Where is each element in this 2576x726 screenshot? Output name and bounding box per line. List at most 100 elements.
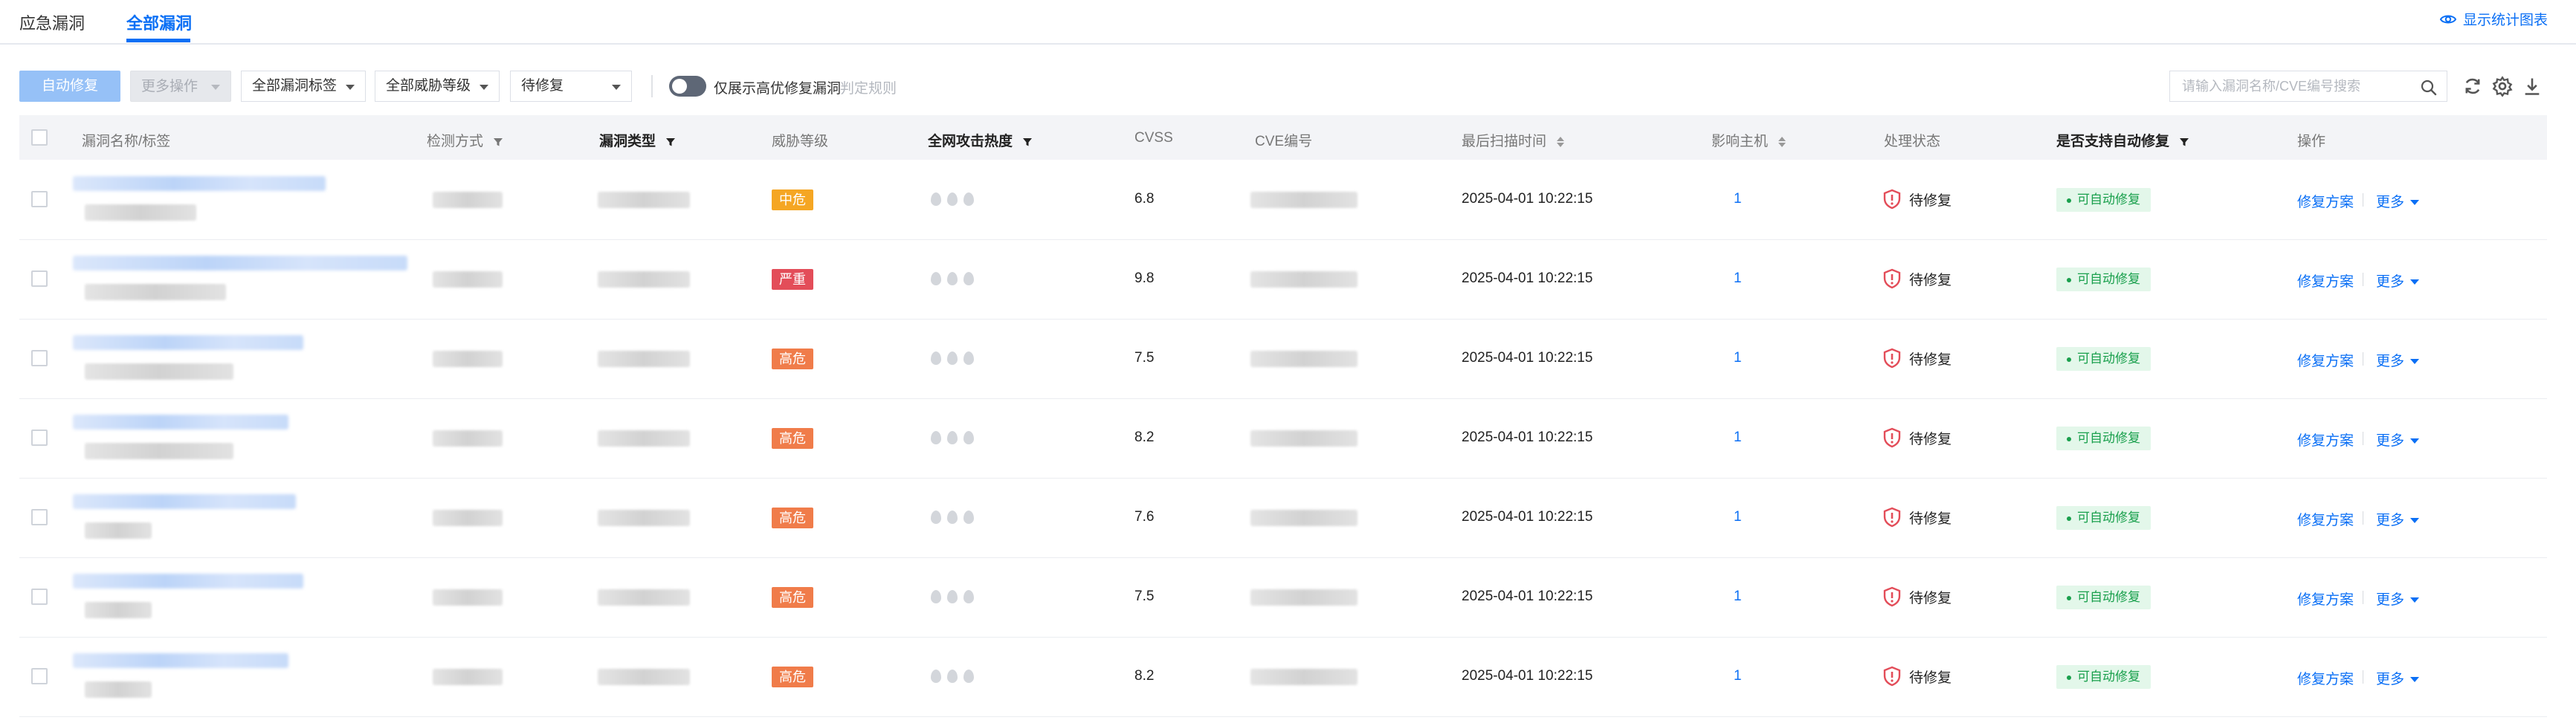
row-checkbox[interactable] (31, 589, 48, 605)
last-scan-time: 2025-04-01 10:22:15 (1462, 191, 1593, 207)
fix-plan-link[interactable]: 修复方案 (2297, 668, 2354, 688)
affected-hosts-link[interactable]: 1 (1734, 430, 1742, 446)
detect-method-redacted (433, 271, 503, 288)
more-ops-label: 更多 (2376, 195, 2405, 210)
status-cell: 待修复 (1882, 348, 1952, 369)
auto-fix-tag: 可自动修复 (2056, 268, 2151, 291)
sort-icon[interactable] (1556, 136, 1565, 148)
row-checkbox[interactable] (31, 509, 48, 525)
settings-icon[interactable] (2492, 76, 2513, 97)
more-ops-dropdown[interactable]: 更多 (2376, 350, 2420, 370)
row-checkbox[interactable] (31, 270, 48, 287)
table-row[interactable]: 高危 7.6 2025-04-01 10:22:15 1 待修复 可自动修复 修… (19, 478, 2547, 558)
heat-drop-icon (947, 431, 958, 444)
row-checkbox[interactable] (31, 350, 48, 366)
col-last-scan-time[interactable]: 最后扫描时间 (1462, 130, 1565, 150)
vuln-name-redacted[interactable] (73, 415, 288, 430)
fix-plan-link[interactable]: 修复方案 (2297, 270, 2354, 291)
vuln-name-redacted[interactable] (73, 494, 296, 509)
col-affected-hosts[interactable]: 影响主机 (1711, 130, 1786, 150)
col-operations: 操作 (2297, 134, 2326, 149)
vuln-type-redacted (598, 430, 690, 447)
cvss-score: 7.6 (1134, 509, 1155, 525)
filter-icon[interactable] (493, 137, 503, 147)
more-ops-dropdown[interactable]: 更多 (2376, 509, 2420, 529)
fix-status-select[interactable]: 待修复 (510, 71, 632, 102)
more-ops-dropdown[interactable]: 更多 (2376, 191, 2420, 211)
threat-level-select[interactable]: 全部威胁等级 (375, 71, 500, 102)
chevron-down-icon (2410, 518, 2420, 524)
col-attack-heat[interactable]: 全网攻击热度 (928, 130, 1033, 150)
more-operations-button[interactable]: 更多操作 (130, 71, 231, 102)
col-auto-fix-label: 是否支持自动修复 (2056, 134, 2170, 149)
vuln-tag-select[interactable]: 全部漏洞标签 (241, 71, 366, 102)
table-row[interactable]: 严重 9.8 2025-04-01 10:22:15 1 待修复 可自动修复 修… (19, 239, 2547, 320)
vuln-name-redacted[interactable] (73, 653, 288, 668)
cvss-score: 8.2 (1134, 668, 1155, 684)
select-all-checkbox[interactable] (31, 129, 48, 146)
filter-icon[interactable] (2179, 137, 2189, 147)
table-row[interactable]: 高危 7.5 2025-04-01 10:22:15 1 待修复 可自动修复 修… (19, 319, 2547, 399)
auto-fix-button[interactable]: 自动修复 (19, 71, 120, 102)
fix-plan-link[interactable]: 修复方案 (2297, 191, 2354, 211)
shield-alert-icon (1883, 348, 1901, 369)
fix-plan-link[interactable]: 修复方案 (2297, 589, 2354, 609)
vuln-name-redacted[interactable] (73, 335, 303, 350)
filter-icon[interactable] (665, 137, 676, 147)
vuln-name-redacted[interactable] (73, 176, 326, 191)
high-priority-toggle-label: 仅展示高优修复漏洞 (714, 81, 842, 97)
threat-level-select-value: 全部威胁等级 (386, 78, 471, 94)
fix-plan-link[interactable]: 修复方案 (2297, 509, 2354, 529)
more-ops-dropdown[interactable]: 更多 (2376, 589, 2420, 609)
high-priority-toggle[interactable] (669, 76, 706, 97)
sort-icon[interactable] (1778, 136, 1786, 148)
row-checkbox[interactable] (31, 668, 48, 684)
col-detect-method[interactable]: 检测方式 (427, 130, 503, 150)
table-row[interactable]: 高危 8.2 2025-04-01 10:22:15 1 待修复 可自动修复 修… (19, 398, 2547, 479)
heat-drop-icon (963, 590, 974, 603)
download-icon[interactable] (2522, 76, 2543, 97)
filter-icon[interactable] (1022, 137, 1033, 147)
table-row[interactable]: 高危 7.5 2025-04-01 10:22:15 1 待修复 可自动修复 修… (19, 557, 2547, 638)
table-row[interactable]: 高危 8.2 2025-04-01 10:22:15 1 待修复 可自动修复 修… (19, 637, 2547, 717)
tab-emergency-vulns[interactable]: 应急漏洞 (19, 10, 85, 34)
vuln-type-redacted (598, 589, 690, 606)
row-checkbox[interactable] (31, 430, 48, 446)
search-box (2169, 71, 2447, 102)
fix-plan-link[interactable]: 修复方案 (2297, 430, 2354, 450)
more-ops-dropdown[interactable]: 更多 (2376, 668, 2420, 688)
vuln-name-redacted[interactable] (73, 574, 303, 589)
search-input[interactable] (2180, 78, 2406, 95)
vuln-type-redacted (598, 510, 690, 526)
attack-heat-indicator (931, 511, 974, 524)
chevron-down-icon (480, 85, 488, 90)
col-vuln-type[interactable]: 漏洞类型 (599, 130, 676, 150)
show-stats-link[interactable]: 显示统计图表 (2439, 9, 2548, 29)
row-checkbox[interactable] (31, 191, 48, 207)
search-icon[interactable] (2420, 79, 2438, 97)
judge-rule-link[interactable]: 判定规则 (840, 77, 897, 97)
chevron-down-icon (2410, 359, 2420, 365)
affected-hosts-link[interactable]: 1 (1734, 350, 1742, 366)
affected-hosts-link[interactable]: 1 (1734, 668, 1742, 684)
col-threat-level: 威胁等级 (772, 134, 829, 149)
more-ops-dropdown[interactable]: 更多 (2376, 430, 2420, 450)
affected-hosts-link[interactable]: 1 (1734, 191, 1742, 207)
auto-fix-tag-label: 可自动修复 (2077, 670, 2140, 684)
table-row[interactable]: 中危 6.8 2025-04-01 10:22:15 1 待修复 可自动修复 修… (19, 160, 2547, 240)
refresh-icon[interactable] (2462, 76, 2483, 97)
detect-method-redacted (433, 430, 503, 447)
detect-method-redacted (433, 192, 503, 208)
tab-all-vulns[interactable]: 全部漏洞 (126, 10, 192, 34)
more-ops-dropdown[interactable]: 更多 (2376, 270, 2420, 291)
vuln-name-redacted[interactable] (73, 256, 407, 270)
last-scan-time: 2025-04-01 10:22:15 (1462, 430, 1593, 445)
affected-hosts-link[interactable]: 1 (1734, 270, 1742, 287)
attack-heat-indicator (931, 272, 974, 285)
col-auto-fix[interactable]: 是否支持自动修复 (2056, 130, 2189, 150)
shield-alert-icon (1883, 427, 1901, 448)
fix-plan-link[interactable]: 修复方案 (2297, 350, 2354, 370)
affected-hosts-link[interactable]: 1 (1734, 509, 1742, 525)
status-label: 待修复 (1909, 670, 1952, 686)
affected-hosts-link[interactable]: 1 (1734, 589, 1742, 605)
